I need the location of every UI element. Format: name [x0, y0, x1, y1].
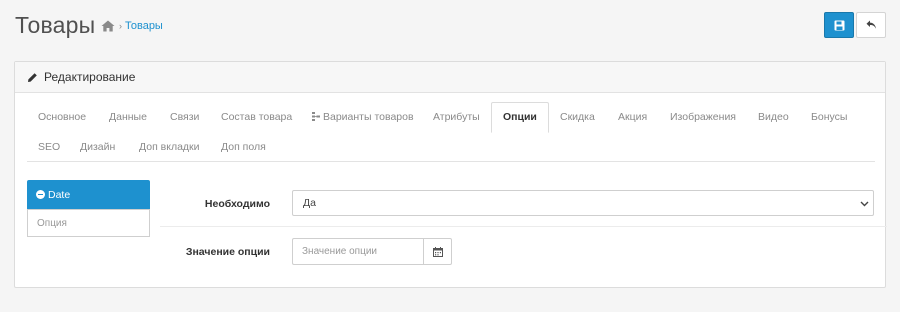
tab-special[interactable]: Акция: [607, 102, 658, 132]
panel-heading-text: Редактирование: [44, 70, 136, 84]
tab-extra-tabs[interactable]: Доп вкладки: [128, 132, 211, 162]
calendar-icon: [432, 246, 443, 257]
save-button[interactable]: [824, 12, 854, 38]
tab-composition[interactable]: Состав товара: [210, 102, 303, 132]
option-value-input[interactable]: Значение опции: [292, 238, 424, 265]
tab-links[interactable]: Связи: [159, 102, 210, 132]
required-select[interactable]: Да: [292, 190, 874, 216]
home-icon[interactable]: [101, 20, 115, 32]
tab-images[interactable]: Изображения: [659, 102, 747, 132]
tab-options[interactable]: Опции: [491, 102, 549, 133]
tab-data[interactable]: Данные: [98, 102, 158, 132]
sitemap-icon: [312, 112, 320, 121]
reply-icon: [866, 20, 876, 29]
tab-seo[interactable]: SEO: [27, 132, 71, 162]
breadcrumb-separator: ›: [119, 21, 122, 31]
tab-variants-label: Варианты товаров: [323, 111, 414, 123]
tab-bonuses[interactable]: Бонусы: [800, 102, 858, 132]
tab-extra-fields[interactable]: Доп поля: [210, 132, 277, 162]
option-item-label: Date: [48, 188, 71, 201]
tab-discount[interactable]: Скидка: [549, 102, 606, 132]
chevron-down-icon: [860, 201, 869, 207]
tab-variants[interactable]: Варианты товаров: [301, 102, 425, 132]
add-option-placeholder: Опция: [37, 217, 67, 229]
remove-option-icon[interactable]: [36, 190, 45, 199]
page-title: Товары: [15, 12, 96, 38]
form-divider: [160, 226, 887, 227]
pencil-icon: [28, 72, 37, 82]
breadcrumb: › Товары: [101, 20, 163, 32]
required-select-value: Да: [303, 197, 316, 209]
option-value-placeholder: Значение опции: [302, 246, 377, 257]
required-label: Необходимо: [204, 198, 270, 210]
add-option-input[interactable]: Опция: [27, 209, 150, 237]
tab-video[interactable]: Видео: [747, 102, 800, 132]
calendar-button[interactable]: [423, 238, 452, 265]
edit-panel: Редактирование Основное Данные Связи Сос…: [14, 61, 887, 288]
breadcrumb-link-products[interactable]: Товары: [125, 20, 163, 32]
tab-main[interactable]: Основное: [27, 102, 97, 132]
tab-attributes[interactable]: Атрибуты: [422, 102, 491, 132]
back-button[interactable]: [856, 12, 886, 38]
option-value-label: Значение опции: [185, 246, 270, 258]
tab-design[interactable]: Дизайн: [69, 132, 126, 162]
save-icon: [834, 20, 844, 30]
panel-heading: Редактирование: [15, 62, 885, 93]
tab-bar: Основное Данные Связи Состав товара Вари…: [27, 102, 875, 162]
option-item-date[interactable]: Date: [27, 180, 150, 209]
